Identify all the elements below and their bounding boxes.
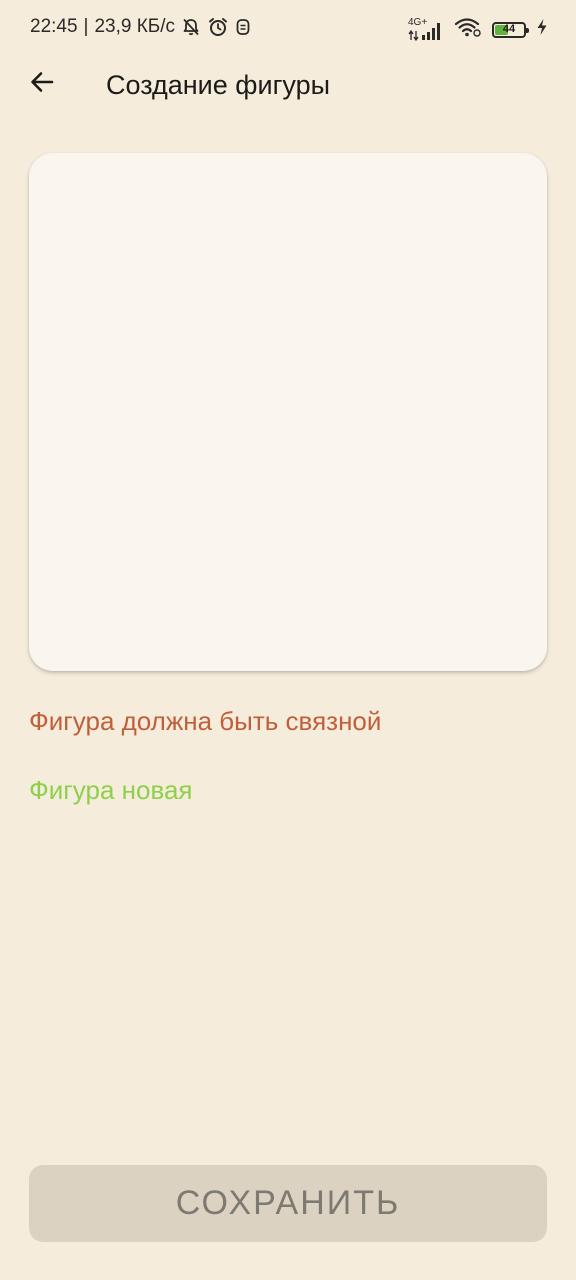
signal-icon: 4G+ bbox=[408, 17, 444, 41]
shape-drawing-canvas[interactable] bbox=[29, 153, 547, 671]
app-notification-icon bbox=[235, 17, 251, 37]
arrow-left-icon bbox=[28, 68, 56, 101]
bell-off-icon bbox=[181, 17, 201, 37]
status-separator: | bbox=[83, 16, 89, 37]
status-right: 4G+ 44 bbox=[408, 16, 548, 43]
back-button[interactable] bbox=[22, 64, 62, 104]
status-time: 22:45 bbox=[30, 16, 78, 37]
battery-level: 44 bbox=[502, 22, 516, 35]
save-button-label: СОХРАНИТЬ bbox=[175, 1184, 401, 1222]
charging-icon bbox=[536, 18, 548, 41]
shape-status-message: Фигура новая bbox=[29, 775, 193, 805]
status-bar: 22:45 | 23,9 КБ/с 4G+ 44 bbox=[0, 0, 576, 56]
alarm-icon bbox=[207, 16, 229, 38]
connectivity-error-message: Фигура должна быть связной bbox=[29, 706, 382, 736]
battery-icon: 44 bbox=[492, 21, 529, 38]
app-bar: Создание фигуры bbox=[0, 56, 576, 116]
status-speed: 23,9 КБ/с bbox=[94, 16, 176, 37]
wifi-icon bbox=[454, 16, 482, 43]
status-left: 22:45 | 23,9 КБ/с bbox=[30, 16, 251, 38]
page-title: Создание фигуры bbox=[106, 70, 331, 100]
save-button[interactable]: СОХРАНИТЬ bbox=[29, 1165, 547, 1242]
